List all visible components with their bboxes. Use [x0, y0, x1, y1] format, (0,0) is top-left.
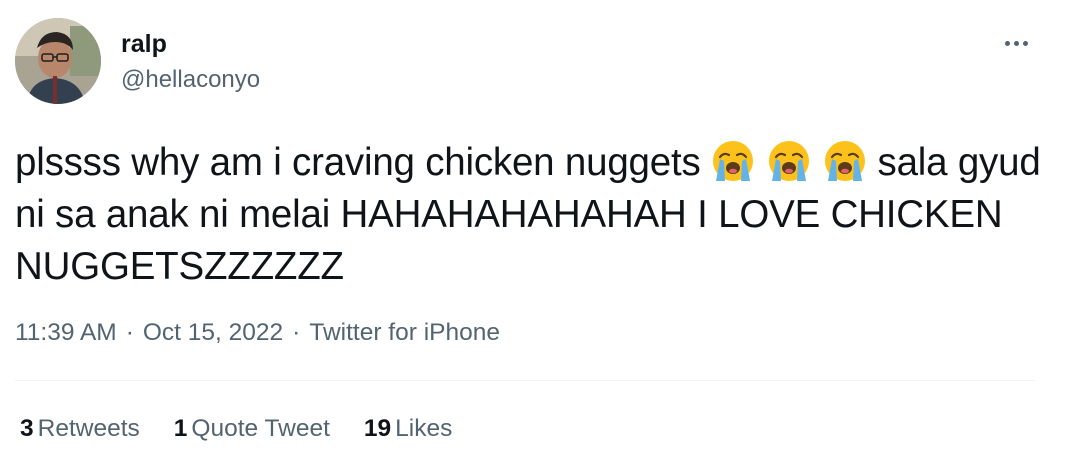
retweets-stat[interactable]: 3 Retweets: [20, 414, 140, 444]
tweet-stats: 3 Retweets 1 Quote Tweet 19 Likes: [20, 414, 486, 444]
tweet-text-part1: plssss why am i craving chicken nuggets: [15, 141, 701, 184]
meta-separator: ·: [292, 319, 301, 346]
tweet-date[interactable]: Oct 15, 2022: [143, 319, 283, 346]
likes-label: Likes: [395, 415, 453, 442]
retweets-count: 3: [20, 415, 34, 442]
loudly-crying-face-icon: [825, 141, 866, 181]
more-dot-icon: [1004, 40, 1010, 46]
quote-tweets-label: Quote Tweet: [191, 415, 330, 442]
quote-tweets-count: 1: [173, 415, 188, 442]
tweet-text: plssss why am i craving chicken nuggets: [15, 137, 1045, 293]
more-options-button[interactable]: [996, 26, 1036, 60]
tweet-source[interactable]: Twitter for iPhone: [309, 319, 500, 346]
tweet-metadata: 11:39 AM · Oct 15, 2022 · Twitter for iPhone: [15, 318, 500, 348]
avatar[interactable]: [15, 18, 101, 104]
user-handle[interactable]: @hellaconyo: [121, 66, 260, 94]
divider: [15, 380, 1035, 381]
likes-count: 19: [363, 415, 392, 442]
avatar-photo-icon: [15, 18, 101, 104]
tweet: ralp @hellaconyo plssss why am i craving…: [0, 0, 1066, 472]
likes-stat[interactable]: 19 Likes: [364, 414, 452, 444]
quote-tweets-stat[interactable]: 1 Quote Tweet: [174, 414, 330, 444]
display-name[interactable]: ralp: [121, 30, 167, 58]
tweet-time[interactable]: 11:39 AM: [15, 319, 117, 346]
loudly-crying-face-icon: [769, 141, 810, 181]
retweets-label: Retweets: [37, 415, 140, 442]
loudly-crying-face-icon: [713, 141, 754, 181]
more-dot-icon: [1013, 40, 1019, 46]
more-dot-icon: [1022, 40, 1028, 46]
meta-separator: ·: [125, 319, 134, 346]
